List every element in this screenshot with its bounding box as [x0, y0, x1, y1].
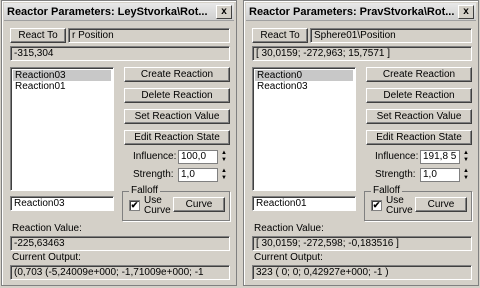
- close-icon[interactable]: x: [458, 4, 474, 19]
- strength-spinner[interactable]: 1,0 ▲ ▼: [420, 168, 472, 182]
- spinner-up-icon[interactable]: ▲: [462, 168, 470, 175]
- reaction-value-field: -225,63463: [10, 236, 230, 251]
- strength-value[interactable]: 1,0: [178, 168, 218, 182]
- react-to-button[interactable]: React To: [10, 28, 66, 43]
- spinner-up-icon[interactable]: ▲: [220, 168, 228, 175]
- spinner-up-icon[interactable]: ▲: [462, 150, 470, 157]
- strength-label: Strength:: [375, 169, 416, 180]
- spinner-arrows-icon[interactable]: ▲ ▼: [220, 168, 228, 182]
- titlebar[interactable]: Reactor Parameters: PravStvorka\Rot... x: [246, 3, 476, 21]
- reaction-value-field: [ 30,0159; -272,598; -0,183516 ]: [252, 236, 472, 251]
- create-reaction-button[interactable]: Create Reaction: [366, 67, 472, 82]
- list-item-reaction0[interactable]: Reaction0: [255, 70, 353, 81]
- current-output-label: Current Output:: [254, 252, 323, 263]
- spinner-down-icon[interactable]: ▼: [220, 157, 228, 164]
- reactor-parameters-window-left: Reactor Parameters: LeyStvorka\Rot... x …: [1, 0, 237, 286]
- react-to-button[interactable]: React To: [252, 28, 308, 43]
- position-field: -315,304: [10, 46, 230, 61]
- falloff-group: Falloff ✔ Use Curve Curve: [122, 185, 230, 221]
- reaction-name-field[interactable]: Reaction03: [10, 196, 114, 211]
- use-curve-label: Use Curve: [144, 195, 171, 216]
- edit-reaction-state-button[interactable]: Edit Reaction State: [366, 130, 472, 145]
- influence-value[interactable]: 100,0: [178, 150, 218, 164]
- list-item-reaction01[interactable]: Reaction01: [13, 81, 111, 92]
- delete-reaction-button[interactable]: Delete Reaction: [366, 88, 472, 103]
- create-reaction-button[interactable]: Create Reaction: [124, 67, 230, 82]
- set-reaction-value-button[interactable]: Set Reaction Value: [124, 109, 230, 124]
- reaction-value-label: Reaction Value:: [254, 223, 324, 234]
- reaction-list[interactable]: Reaction0 Reaction03: [252, 67, 356, 191]
- spinner-down-icon[interactable]: ▼: [462, 175, 470, 182]
- spinner-down-icon[interactable]: ▼: [220, 175, 228, 182]
- strength-value[interactable]: 1,0: [420, 168, 460, 182]
- set-reaction-value-button[interactable]: Set Reaction Value: [366, 109, 472, 124]
- react-to-field: r Position: [68, 28, 230, 43]
- current-output-field: 323 ( 0; 0; 0,42927e+000; -1 ): [252, 265, 472, 280]
- reaction-value-label: Reaction Value:: [12, 223, 82, 234]
- titlebar[interactable]: Reactor Parameters: LeyStvorka\Rot... x: [4, 3, 234, 21]
- influence-label: Influence:: [375, 151, 419, 162]
- current-output-label: Current Output:: [12, 252, 81, 263]
- current-output-field: (0,703 (-5,24009e+000; -1,71009e+000; -1: [10, 265, 230, 280]
- use-curve-checkbox[interactable]: ✔: [371, 200, 382, 211]
- influence-spinner[interactable]: 191,8 5 ▲ ▼: [420, 150, 472, 164]
- strength-spinner[interactable]: 1,0 ▲ ▼: [178, 168, 230, 182]
- react-to-field: Sphere01\Position: [310, 28, 472, 43]
- edit-reaction-state-button[interactable]: Edit Reaction State: [124, 130, 230, 145]
- close-icon[interactable]: x: [216, 4, 232, 19]
- curve-button[interactable]: Curve: [415, 197, 467, 212]
- use-curve-checkbox[interactable]: ✔: [129, 200, 140, 211]
- window-title: Reactor Parameters: PravStvorka\Rot...: [249, 5, 455, 18]
- strength-label: Strength:: [133, 169, 174, 180]
- list-item-reaction03[interactable]: Reaction03: [13, 70, 111, 81]
- curve-button[interactable]: Curve: [173, 197, 225, 212]
- position-field: [ 30,0159; -272,963; 15,7571 ]: [252, 46, 472, 61]
- window-title: Reactor Parameters: LeyStvorka\Rot...: [7, 5, 208, 18]
- reactor-parameters-window-right: Reactor Parameters: PravStvorka\Rot... x…: [243, 0, 479, 286]
- falloff-group: Falloff ✔ Use Curve Curve: [364, 185, 472, 221]
- spinner-arrows-icon[interactable]: ▲ ▼: [220, 150, 228, 164]
- list-item-reaction03[interactable]: Reaction03: [255, 81, 353, 92]
- use-curve-label: Use Curve: [386, 195, 413, 216]
- spinner-arrows-icon[interactable]: ▲ ▼: [462, 150, 470, 164]
- influence-label: Influence:: [133, 151, 177, 162]
- reaction-name-field[interactable]: Reaction01: [252, 196, 356, 211]
- spinner-arrows-icon[interactable]: ▲ ▼: [462, 168, 470, 182]
- delete-reaction-button[interactable]: Delete Reaction: [124, 88, 230, 103]
- influence-spinner[interactable]: 100,0 ▲ ▼: [178, 150, 230, 164]
- reaction-list[interactable]: Reaction03 Reaction01: [10, 67, 114, 191]
- influence-value[interactable]: 191,8 5: [420, 150, 460, 164]
- spinner-down-icon[interactable]: ▼: [462, 157, 470, 164]
- spinner-up-icon[interactable]: ▲: [220, 150, 228, 157]
